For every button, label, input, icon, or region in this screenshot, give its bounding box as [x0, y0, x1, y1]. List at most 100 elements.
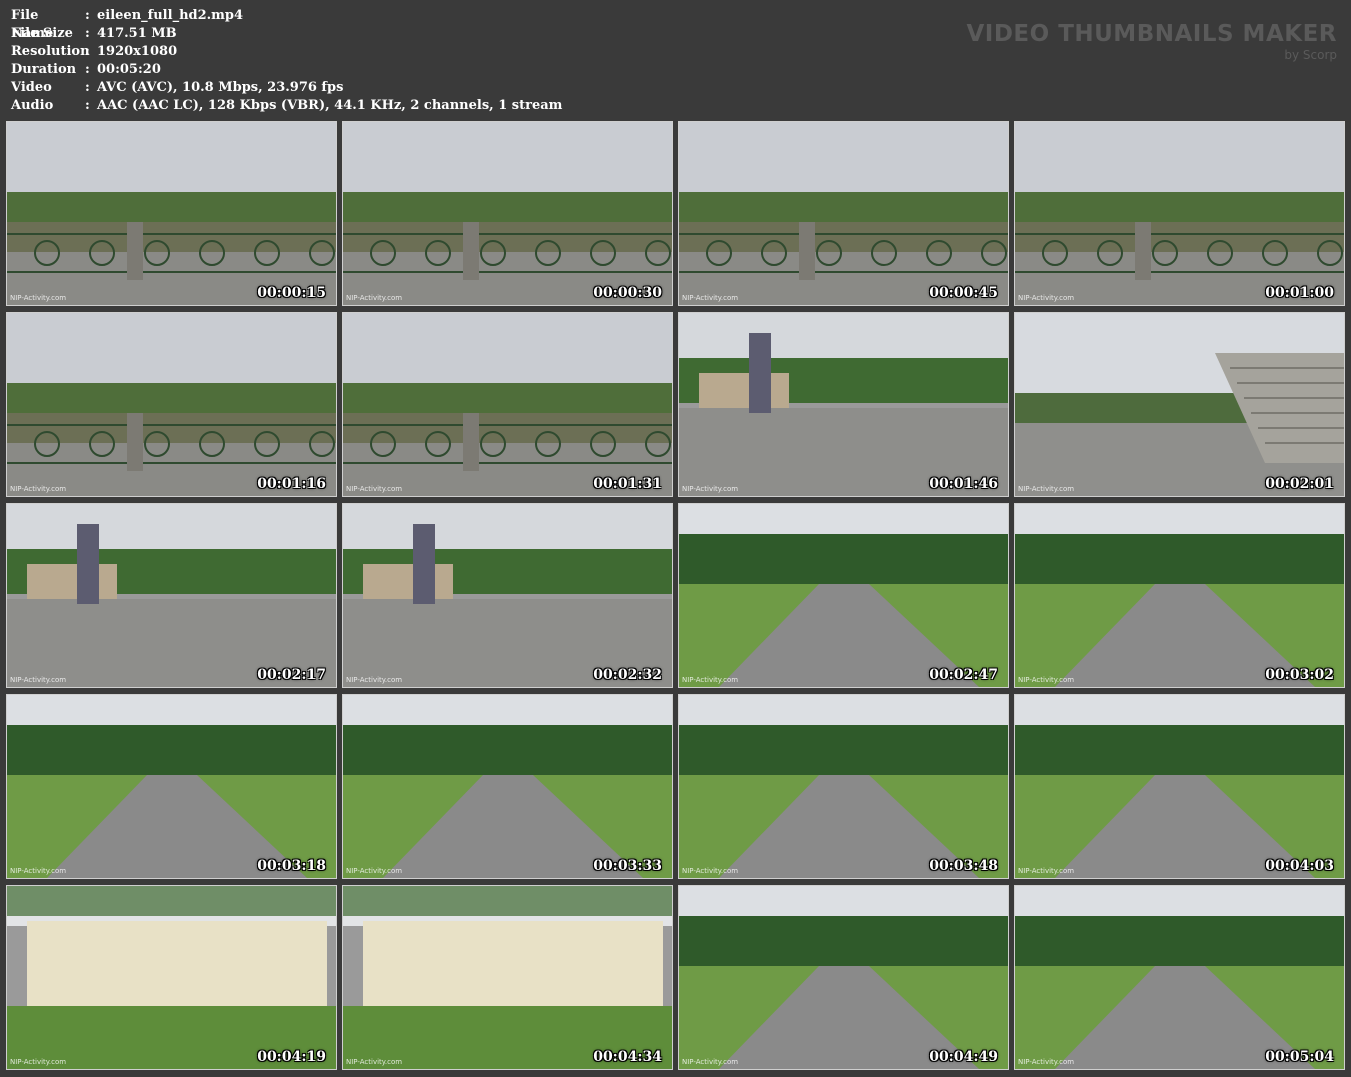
- video-thumbnail[interactable]: NIP-Activity.com 00:02:32: [342, 503, 673, 688]
- video-thumbnail[interactable]: NIP-Activity.com 00:01:00: [1014, 121, 1345, 306]
- thumbnail-frame-image: [679, 695, 1008, 878]
- video-thumbnail[interactable]: NIP-Activity.com 00:01:31: [342, 312, 673, 497]
- video-thumbnail[interactable]: NIP-Activity.com 00:02:17: [6, 503, 337, 688]
- thumbnail-frame-image: [1015, 504, 1344, 687]
- info-separator: :: [85, 98, 90, 113]
- thumbnail-timestamp: 00:03:33: [593, 858, 662, 874]
- thumbnail-timestamp: 00:01:00: [1265, 285, 1334, 301]
- thumbnail-timestamp: 00:02:47: [929, 667, 998, 683]
- video-thumbnail[interactable]: NIP-Activity.com 00:01:16: [6, 312, 337, 497]
- thumbnail-watermark: NIP-Activity.com: [346, 485, 403, 493]
- video-thumbnail[interactable]: NIP-Activity.com 00:03:48: [678, 694, 1009, 879]
- thumbnail-watermark: NIP-Activity.com: [10, 1058, 67, 1066]
- info-separator: :: [85, 62, 90, 77]
- video-thumbnail[interactable]: NIP-Activity.com 00:02:47: [678, 503, 1009, 688]
- info-label: File Name: [11, 8, 54, 41]
- thumbnail-frame-image: [343, 122, 672, 305]
- video-thumbnail[interactable]: NIP-Activity.com 00:05:04: [1014, 885, 1345, 1070]
- thumbnail-timestamp: 00:05:04: [1265, 1049, 1334, 1065]
- thumbnail-watermark: NIP-Activity.com: [346, 1058, 403, 1066]
- thumbnail-watermark: NIP-Activity.com: [346, 676, 403, 684]
- video-thumbnail[interactable]: NIP-Activity.com 00:00:30: [342, 121, 673, 306]
- thumbnail-watermark: NIP-Activity.com: [682, 867, 739, 875]
- info-separator: :: [85, 26, 90, 41]
- thumbnail-watermark: NIP-Activity.com: [10, 485, 67, 493]
- thumbnail-timestamp: 00:00:45: [929, 285, 998, 301]
- video-thumbnail[interactable]: NIP-Activity.com 00:03:02: [1014, 503, 1345, 688]
- video-thumbnail[interactable]: NIP-Activity.com 00:03:33: [342, 694, 673, 879]
- thumbnail-watermark: NIP-Activity.com: [1018, 1058, 1075, 1066]
- info-label: File Size: [11, 26, 73, 41]
- info-value: 00:05:20: [97, 62, 161, 77]
- video-thumbnail[interactable]: NIP-Activity.com 00:00:45: [678, 121, 1009, 306]
- brand-subtitle: by Scorp: [1284, 48, 1337, 62]
- thumbnail-frame-image: [343, 313, 672, 496]
- brand-logo: VIDEO THUMBNAILS MAKER by Scorp: [966, 20, 1337, 62]
- info-label: Audio: [11, 98, 54, 113]
- info-row-video: Video : AVC (AVC), 10.8 Mbps, 23.976 fps: [11, 79, 562, 97]
- thumbnail-timestamp: 00:02:01: [1265, 476, 1334, 492]
- thumbnail-timestamp: 00:02:32: [593, 667, 662, 683]
- video-thumbnail[interactable]: NIP-Activity.com 00:02:01: [1014, 312, 1345, 497]
- thumbnail-grid: NIP-Activity.com 00:00:15 NIP-Activity.com…: [6, 121, 1345, 1070]
- brand-title: VIDEO THUMBNAILS MAKER: [966, 21, 1337, 47]
- thumbnail-timestamp: 00:01:46: [929, 476, 998, 492]
- info-row-duration: Duration : 00:05:20: [11, 61, 562, 79]
- thumbnail-timestamp: 00:00:30: [593, 285, 662, 301]
- info-value: 417.51 MB: [97, 26, 177, 41]
- info-row-file-name: File Name : eileen_full_hd2.mp4: [11, 7, 562, 41]
- thumbnail-watermark: NIP-Activity.com: [1018, 485, 1075, 493]
- thumbnail-timestamp: 00:04:34: [593, 1049, 662, 1065]
- thumbnail-frame-image: [1015, 122, 1344, 305]
- video-thumbnail[interactable]: NIP-Activity.com 00:04:19: [6, 885, 337, 1070]
- thumbnail-frame-image: [343, 886, 672, 1069]
- thumbnail-watermark: NIP-Activity.com: [10, 676, 67, 684]
- video-thumbnail[interactable]: NIP-Activity.com 00:04:34: [342, 885, 673, 1070]
- video-thumbnail[interactable]: NIP-Activity.com 00:03:18: [6, 694, 337, 879]
- thumbnail-watermark: NIP-Activity.com: [682, 676, 739, 684]
- thumbnail-frame-image: [679, 313, 1008, 496]
- thumbnail-frame-image: [1015, 886, 1344, 1069]
- info-value: AVC (AVC), 10.8 Mbps, 23.976 fps: [97, 80, 344, 95]
- thumbnail-watermark: NIP-Activity.com: [682, 485, 739, 493]
- thumbnail-frame-image: [7, 886, 336, 1069]
- thumbnail-frame-image: [1015, 695, 1344, 878]
- info-row-resolution: Resolution : 1920x1080: [11, 43, 562, 61]
- video-thumbnail[interactable]: NIP-Activity.com 00:04:03: [1014, 694, 1345, 879]
- thumbnail-frame-image: [679, 886, 1008, 1069]
- thumbnail-watermark: NIP-Activity.com: [1018, 294, 1075, 302]
- thumbnail-timestamp: 00:01:31: [593, 476, 662, 492]
- thumbnail-timestamp: 00:04:03: [1265, 858, 1334, 874]
- thumbnail-frame-image: [7, 313, 336, 496]
- info-separator: :: [85, 8, 90, 23]
- info-separator: :: [85, 44, 90, 59]
- info-label: Resolution: [11, 44, 90, 59]
- thumbnail-frame-image: [343, 504, 672, 687]
- thumbnail-frame-image: [679, 122, 1008, 305]
- info-label: Duration: [11, 62, 77, 77]
- thumbnail-timestamp: 00:04:19: [257, 1049, 326, 1065]
- thumbnail-watermark: NIP-Activity.com: [346, 867, 403, 875]
- thumbnail-frame-image: [1015, 313, 1344, 496]
- video-thumbnail[interactable]: NIP-Activity.com 00:01:46: [678, 312, 1009, 497]
- info-row-audio: Audio : AAC (AAC LC), 128 Kbps (VBR), 44…: [11, 97, 562, 115]
- thumbnail-frame-image: [679, 504, 1008, 687]
- thumbnail-watermark: NIP-Activity.com: [1018, 676, 1075, 684]
- thumbnail-timestamp: 00:03:18: [257, 858, 326, 874]
- info-row-file-size: File Size : 417.51 MB: [11, 25, 562, 43]
- info-value: eileen_full_hd2.mp4: [97, 8, 244, 23]
- thumbnail-timestamp: 00:03:02: [1265, 667, 1334, 683]
- info-label: Video: [11, 80, 52, 95]
- thumbnail-watermark: NIP-Activity.com: [10, 867, 67, 875]
- info-separator: :: [85, 80, 90, 95]
- thumbnail-frame-image: [7, 504, 336, 687]
- info-value: 1920x1080: [97, 44, 178, 59]
- video-thumbnail[interactable]: NIP-Activity.com 00:00:15: [6, 121, 337, 306]
- thumbnail-timestamp: 00:00:15: [257, 285, 326, 301]
- file-info-panel: File Name : eileen_full_hd2.mp4 File Siz…: [11, 7, 562, 115]
- thumbnail-timestamp: 00:04:49: [929, 1049, 998, 1065]
- video-thumbnail[interactable]: NIP-Activity.com 00:04:49: [678, 885, 1009, 1070]
- thumbnail-watermark: NIP-Activity.com: [682, 294, 739, 302]
- thumbnail-watermark: NIP-Activity.com: [1018, 867, 1075, 875]
- thumbnail-frame-image: [7, 695, 336, 878]
